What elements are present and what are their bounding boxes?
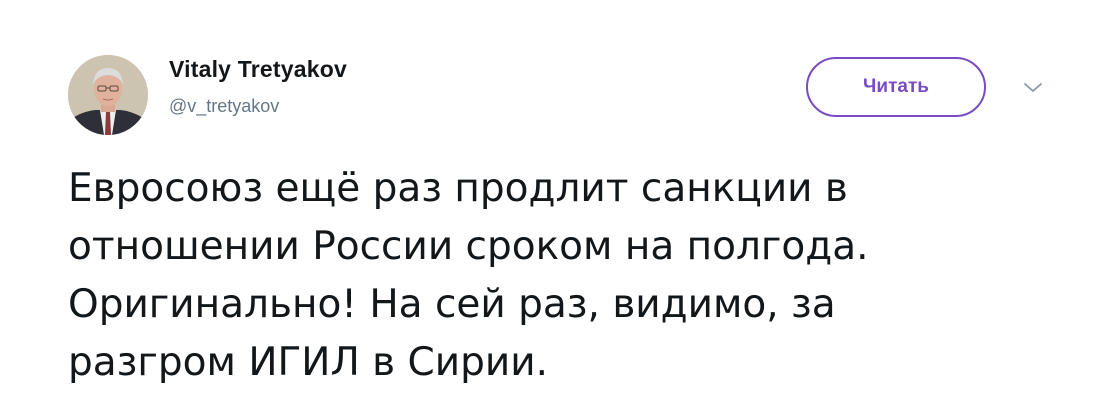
- tweet-text-line: отношении России сроком на полгода.: [68, 224, 869, 269]
- author-handle[interactable]: @v_tretyakov: [169, 96, 279, 117]
- avatar[interactable]: [68, 55, 148, 135]
- author-name[interactable]: Vitaly Tretyakov: [169, 56, 347, 83]
- tweet-text-line: Евросоюз ещё раз продлит санкции в: [68, 166, 848, 211]
- chevron-down-icon[interactable]: [1021, 80, 1045, 96]
- tweet-text-line: Оригинально! На сей раз, видимо, за: [68, 282, 836, 327]
- tweet-text-line: разгром ИГИЛ в Сирии.: [68, 340, 548, 385]
- tweet-text: Евросоюз ещё раз продлит санкции в отнош…: [68, 160, 1058, 392]
- follow-button[interactable]: Читать: [806, 57, 986, 117]
- tweet-card: Vitaly Tretyakov @v_tretyakov Читать Евр…: [0, 0, 1111, 402]
- avatar-image: [68, 55, 148, 135]
